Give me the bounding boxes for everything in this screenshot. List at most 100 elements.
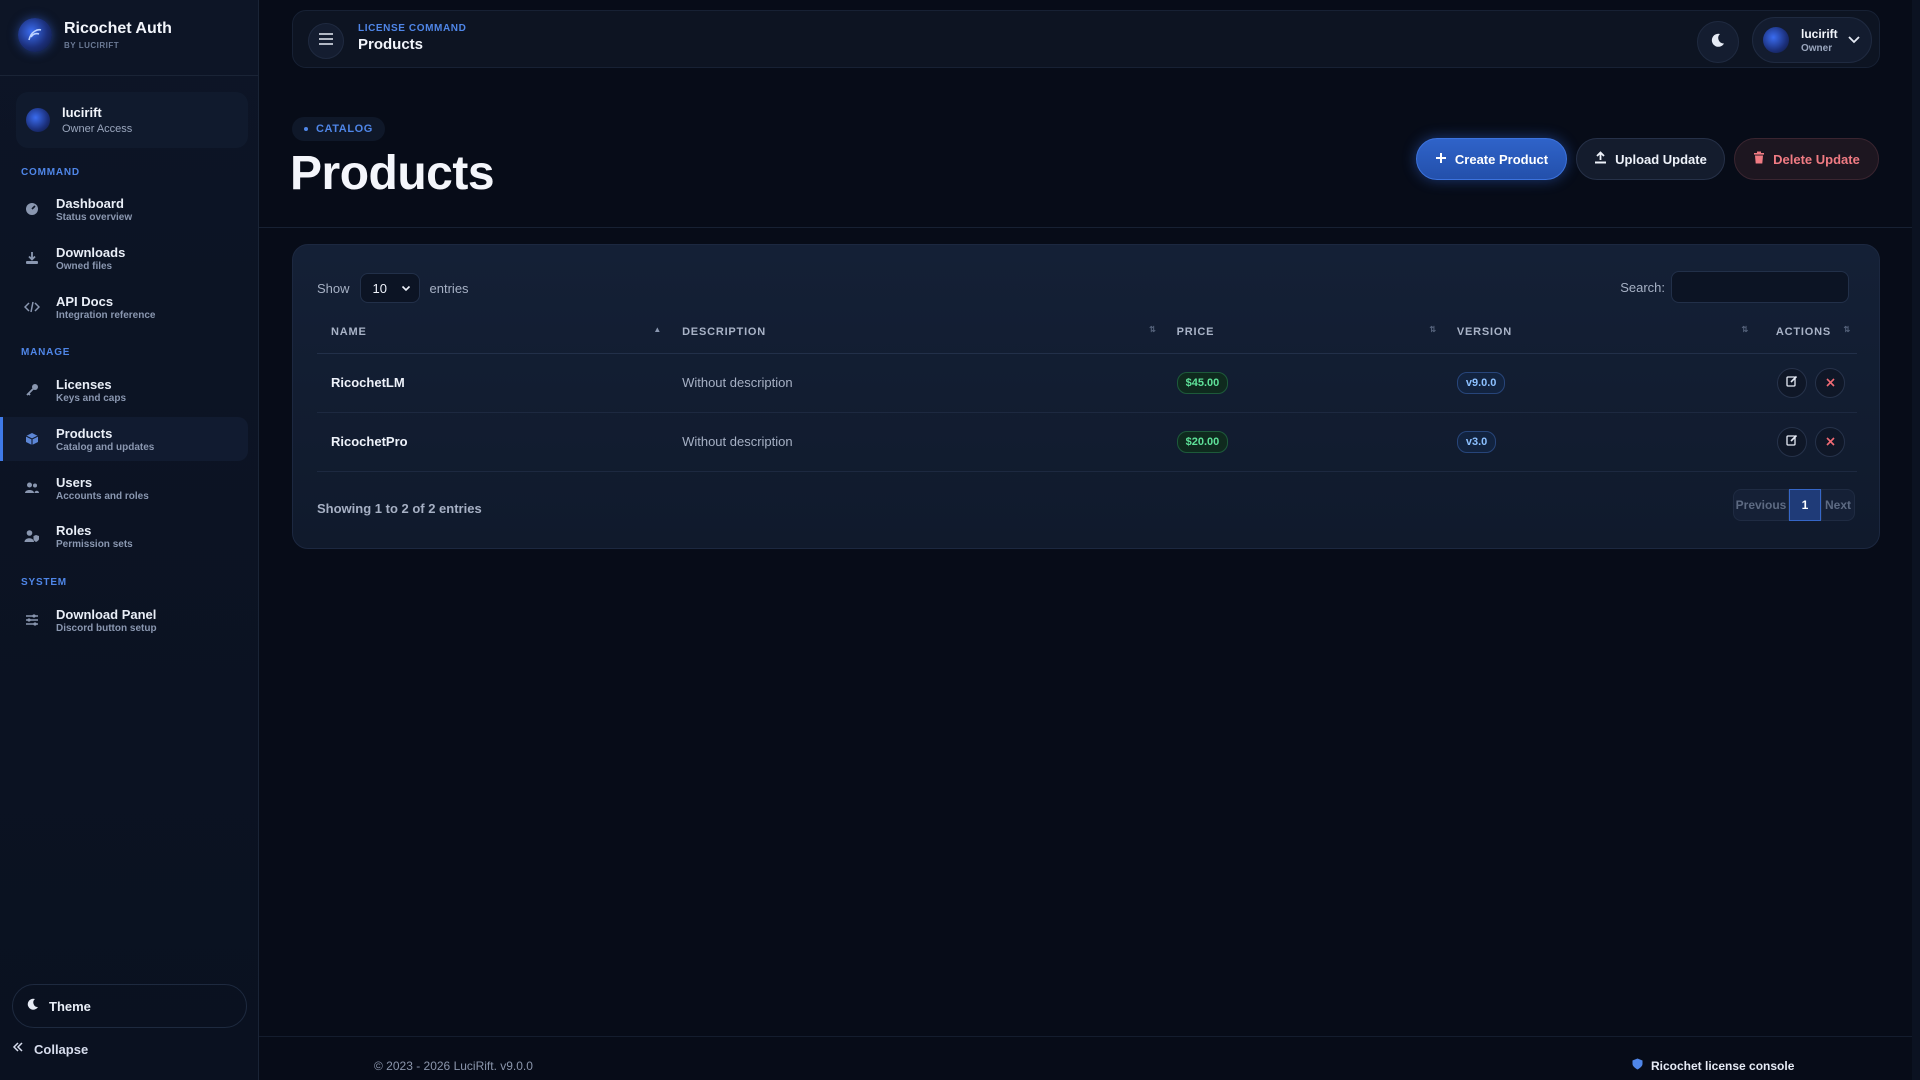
edit-button[interactable]	[1777, 426, 1807, 457]
sort-icon: ⇅	[1843, 325, 1851, 334]
user-name: lucirift	[62, 105, 102, 120]
entries-select-value: 10	[372, 280, 387, 296]
delete-button[interactable]	[1815, 426, 1845, 457]
column-header-version[interactable]: VERSION ⇅	[1442, 311, 1755, 354]
delete-button[interactable]	[1815, 367, 1845, 398]
page-title: Products	[290, 147, 495, 200]
sidebar-item-roles[interactable]: Roles Permission sets	[12, 514, 248, 558]
brand[interactable]: Ricochet Auth BY LUCIRIFT	[18, 18, 172, 52]
sidebar-item-downloads[interactable]: Downloads Owned files	[12, 236, 248, 280]
collapse-button[interactable]: Collapse	[12, 1040, 88, 1058]
column-header-actions[interactable]: ACTIONS ⇅	[1755, 311, 1857, 354]
sort-icon: ⇅	[1741, 325, 1749, 334]
sidebar-item-licenses[interactable]: Licenses Keys and caps	[12, 368, 248, 412]
sidebar-item-users[interactable]: Users Accounts and roles	[12, 466, 248, 510]
sidebar-item-title: Users	[56, 474, 93, 490]
sidebar-item-sub: Integration reference	[56, 309, 156, 321]
sidebar-item-title: Download Panel	[56, 606, 157, 622]
brand-logo	[18, 18, 52, 52]
user-card[interactable]: lucirift Owner Access	[16, 92, 248, 148]
entries-label: entries	[429, 280, 469, 296]
entries-select[interactable]: 10	[359, 273, 420, 303]
column-header-label: PRICE	[1176, 325, 1215, 338]
upload-icon	[1594, 151, 1607, 167]
account-role: Owner	[1801, 42, 1833, 54]
top-bar: LICENSE COMMAND Products lucirift Owner	[292, 10, 1880, 68]
pagination-previous[interactable]: Previous	[1733, 489, 1789, 521]
column-header-description[interactable]: DESCRIPTION ⇅	[668, 311, 1163, 354]
product-version-cell: v9.0.0	[1442, 353, 1755, 413]
pagination-next[interactable]: Next	[1821, 489, 1855, 521]
brand-title: Ricochet Auth	[64, 20, 172, 37]
delete-update-label: Delete Update	[1773, 151, 1860, 167]
pagination-page[interactable]: 1	[1789, 489, 1821, 521]
sort-icon: ⇅	[1149, 325, 1157, 334]
sidebar-item-products[interactable]: Products Catalog and updates	[0, 417, 248, 461]
delete-update-button[interactable]: Delete Update	[1734, 138, 1879, 180]
products-table: NAME ▲ DESCRIPTION ⇅ PRICE ⇅ VERSION ⇅ A…	[317, 311, 1857, 472]
catalog-pill-label: CATALOG	[316, 123, 373, 135]
menu-button[interactable]	[308, 23, 344, 59]
product-actions-cell	[1755, 412, 1857, 472]
gauge-icon	[24, 201, 40, 217]
product-version-cell: v3.0	[1442, 412, 1755, 472]
column-header-label: VERSION	[1456, 325, 1512, 338]
version-badge: v9.0.0	[1456, 371, 1506, 394]
sidebar-item-sub: Keys and caps	[56, 392, 127, 404]
dark-mode-button[interactable]	[1697, 21, 1739, 63]
sidebar-item-sub: Discord button setup	[56, 622, 157, 634]
table-info: Showing 1 to 2 of 2 entries	[317, 501, 482, 516]
footer-copyright: © 2023 - 2026 LuciRift. v9.0.0	[374, 1059, 533, 1073]
header-divider	[259, 227, 1920, 228]
price-badge: $20.00	[1176, 430, 1229, 453]
users-icon	[24, 480, 40, 496]
edit-icon	[1786, 375, 1798, 390]
trash-icon	[1753, 151, 1765, 167]
sidebar-item-sub: Permission sets	[56, 538, 133, 550]
user-role: Owner Access	[62, 123, 133, 135]
sidebar-divider	[0, 75, 258, 76]
sidebar-item-sub: Status overview	[56, 211, 133, 223]
double-chevron-left-icon	[12, 1040, 24, 1058]
show-label: Show	[317, 280, 350, 296]
footer-divider	[259, 1036, 1920, 1037]
section-label-manage: MANAGE	[21, 347, 71, 358]
theme-toggle-button[interactable]: Theme	[12, 984, 247, 1028]
brand-subtitle: BY LUCIRIFT	[64, 41, 120, 50]
theme-label: Theme	[49, 998, 91, 1014]
create-product-button[interactable]: Create Product	[1416, 138, 1567, 180]
section-label-system: SYSTEM	[21, 577, 67, 588]
product-description: Without description	[668, 412, 1163, 472]
column-header-label: DESCRIPTION	[682, 325, 767, 338]
scrollbar[interactable]	[1912, 0, 1920, 1080]
sidebar-item-dashboard[interactable]: Dashboard Status overview	[12, 187, 248, 231]
search-input[interactable]	[1671, 271, 1849, 303]
account-name: lucirift	[1801, 26, 1838, 41]
price-badge: $45.00	[1176, 371, 1229, 394]
catalog-pill: CATALOG	[292, 117, 385, 141]
key-icon	[24, 382, 40, 398]
shield-icon	[1632, 1058, 1643, 1073]
footer-console-text: Ricochet license console	[1651, 1058, 1795, 1073]
sidebar-item-download-panel[interactable]: Download Panel Discord button setup	[12, 598, 248, 642]
column-header-price[interactable]: PRICE ⇅	[1162, 311, 1443, 354]
hamburger-icon	[318, 32, 334, 50]
edit-button[interactable]	[1777, 367, 1807, 398]
collapse-label: Collapse	[34, 1041, 89, 1057]
close-icon	[1825, 376, 1835, 390]
products-table-panel: Show 10 entries Search: NAME ▲ DESCRIPTI…	[292, 244, 1880, 549]
table-header-row: NAME ▲ DESCRIPTION ⇅ PRICE ⇅ VERSION ⇅ A…	[317, 311, 1857, 354]
sliders-icon	[24, 612, 40, 628]
column-header-label: NAME	[331, 325, 367, 338]
sidebar-item-title: Licenses	[56, 376, 112, 392]
product-name: RicochetPro	[317, 412, 669, 472]
table-row: RicochetLM Without description $45.00 v9…	[317, 353, 1857, 413]
footer-console-label: Ricochet license console	[1632, 1058, 1794, 1073]
avatar	[1763, 27, 1789, 53]
account-menu-button[interactable]: lucirift Owner	[1752, 17, 1872, 63]
sidebar-item-api-docs[interactable]: API Docs Integration reference	[12, 285, 248, 329]
column-header-name[interactable]: NAME ▲	[317, 311, 669, 354]
user-shield-icon	[24, 528, 40, 544]
upload-update-button[interactable]: Upload Update	[1576, 138, 1725, 180]
moon-icon	[1711, 33, 1725, 52]
